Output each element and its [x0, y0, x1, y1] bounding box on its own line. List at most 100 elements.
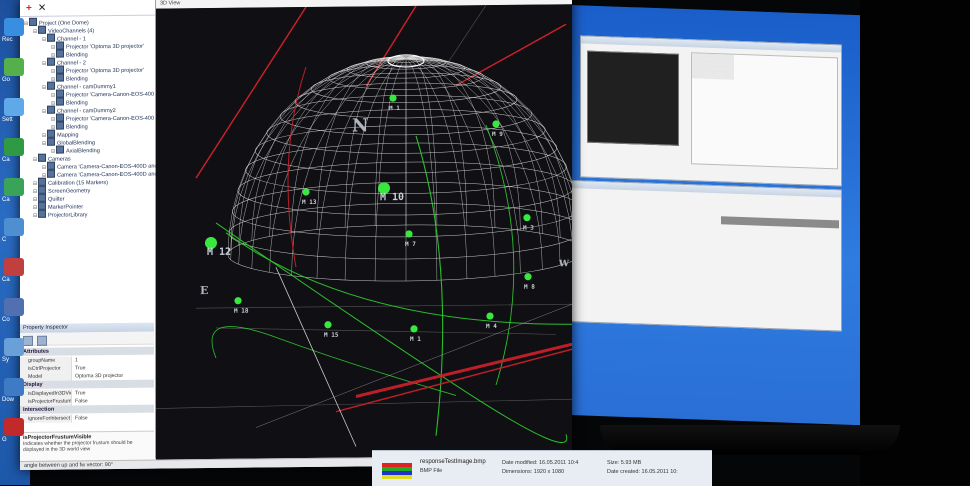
compass-east: E — [200, 284, 208, 297]
marker-label: M 12 — [207, 247, 231, 258]
secondary-monitor — [560, 4, 865, 426]
property-value[interactable]: True — [72, 364, 85, 372]
marker-label: M 15 — [324, 332, 339, 339]
desktop-shortcut-icon[interactable] — [4, 258, 24, 276]
node-icon — [47, 169, 55, 178]
property-category[interactable]: Attributes — [20, 346, 154, 356]
compass-north: N — [352, 115, 368, 136]
file-modified: Date modified: 16.05.2011 10:4 — [502, 460, 579, 466]
tree-item[interactable]: ⊟ Projector 'Camera-Canon-EOS-400 — [51, 89, 154, 99]
marker-label: M 4 — [486, 323, 497, 330]
desktop-shortcut-icon[interactable] — [4, 18, 24, 36]
file-type: BMP File — [420, 468, 443, 474]
desktop-shortcut-icon[interactable] — [4, 418, 24, 436]
marker-label: M 3 — [523, 225, 534, 232]
node-icon — [56, 49, 64, 58]
3d-viewport[interactable]: M 1 M 9 M 10 M 12 M 18 M 15 M 1 M 4 M 3 M 8 M 13 M … — [156, 4, 572, 461]
tree-item[interactable]: ⊟ AxialBlending — [51, 145, 100, 155]
node-icon — [38, 185, 46, 194]
node-icon — [47, 105, 55, 114]
desktop-shortcut-icon[interactable] — [4, 178, 24, 196]
secondary-header-bar — [721, 216, 839, 229]
property-description-text: Indicates whether the projector frustum … — [23, 439, 133, 453]
node-icon — [47, 129, 55, 138]
node-icon — [38, 25, 46, 34]
node-icon — [56, 145, 64, 154]
tree-item[interactable]: ⊟ Projector 'Camera-Canon-EOS-400 — [51, 113, 154, 123]
property-value[interactable]: True — [72, 389, 85, 397]
desktop-shortcut-label: Go — [2, 77, 11, 83]
categorized-icon[interactable] — [23, 335, 33, 346]
secondary-window-top[interactable] — [580, 35, 842, 187]
tree-item[interactable]: ⊟ Blending — [51, 121, 88, 131]
node-icon — [56, 97, 64, 106]
desktop-shortcut-icon[interactable] — [4, 338, 24, 356]
desktop-shortcut-label: G — [2, 437, 7, 443]
marker-label: M 13 — [302, 199, 317, 206]
close-icon[interactable]: ✕ — [38, 2, 46, 13]
marker-label: M 1 — [389, 105, 400, 112]
file-details-pane: responseTestImage.bmp BMP File Date modi… — [372, 450, 712, 486]
node-icon — [38, 209, 46, 218]
file-size: Size: 5.93 MB — [607, 460, 642, 466]
property-description: isProjectorFrustumVisible Indicates whet… — [20, 430, 154, 462]
secondary-window-bottom[interactable] — [570, 180, 842, 332]
tree-item[interactable]: ⊟ Projector 'Optoma 3D projector' — [51, 41, 144, 51]
node-icon — [56, 89, 64, 98]
compass-west: W — [558, 259, 570, 269]
desktop-shortcut-label: Ca — [2, 157, 10, 163]
node-icon — [56, 73, 64, 82]
property-name: ignoreForIntersect — [20, 414, 72, 423]
property-category[interactable]: Intersection — [20, 404, 154, 414]
marker-label: M 18 — [234, 308, 249, 315]
property-value[interactable]: False — [72, 397, 88, 405]
secondary-properties-pane — [691, 52, 838, 170]
tree-item[interactable]: ⊟ ProjectorLibrary — [33, 209, 88, 219]
dome-scene: M 1 M 9 M 10 M 12 M 18 M 15 M 1 M 4 M 3 M 8 M 13 M … — [156, 4, 572, 461]
desktop-shortcut-label: Ca — [2, 197, 10, 203]
background-lines — [156, 4, 572, 461]
marker-label: M 7 — [405, 241, 416, 248]
property-value[interactable]: False — [72, 414, 88, 422]
secondary-preview-pane — [587, 50, 679, 146]
desktop-shortcut-label: Co — [2, 317, 10, 323]
property-row[interactable]: ignoreForIntersect False — [20, 414, 154, 423]
node-icon — [47, 161, 55, 170]
marker-label: M 10 — [380, 192, 404, 203]
node-icon — [47, 137, 55, 146]
scene-tree: ⊟ Project (One Dome) ⊟ VideoChannels (4) ⊟ Ch… — [20, 16, 157, 317]
desktop-shortcut-label: C — [2, 237, 7, 243]
node-icon — [56, 41, 64, 50]
secondary-window-titlebar[interactable] — [581, 36, 841, 53]
tree-toolbar: + ✕ — [20, 0, 155, 18]
scene-panel: + ✕ ⊟ Project (One Dome) ⊟ VideoChannels (4… — [20, 0, 157, 462]
main-window: + ✕ ⊟ Project (One Dome) ⊟ VideoChannels (4… — [20, 0, 572, 470]
desktop-shortcut-icon[interactable] — [4, 58, 24, 76]
desktop-shortcut-label: Ca — [2, 277, 10, 283]
add-icon[interactable]: + — [26, 2, 32, 13]
desktop-shortcut-icon[interactable] — [4, 378, 24, 396]
monitor-bezel — [860, 0, 970, 485]
file-name: responseTestImage.bmp — [420, 459, 486, 465]
node-icon — [38, 177, 46, 186]
tree-item[interactable]: ⊟ Projector 'Optoma 3D projector' — [51, 65, 144, 75]
tree-item-label: AxialBlending — [66, 148, 100, 155]
desktop-shortcut-icon[interactable] — [4, 98, 24, 116]
marker-label: M 8 — [524, 284, 535, 291]
tree-item-label: ProjectorLibrary — [48, 212, 88, 219]
file-created: Date created: 16.05.2011 10: — [607, 469, 678, 475]
marker-label: M 9 — [492, 131, 503, 138]
desktop-shortcut-label: Dow — [2, 397, 15, 403]
desktop-shortcut-label: Rec — [2, 37, 13, 43]
node-icon — [47, 81, 55, 90]
sort-az-icon[interactable] — [37, 335, 47, 346]
node-icon — [38, 201, 46, 210]
file-dimensions: Dimensions: 1920 x 1080 — [502, 469, 565, 475]
property-value[interactable]: 1 — [72, 356, 78, 364]
desktop-shortcut-icon[interactable] — [4, 298, 24, 316]
desktop-shortcut-icon[interactable] — [4, 138, 24, 156]
property-category[interactable]: Display — [20, 379, 154, 389]
marker-label: M 1 — [410, 336, 421, 343]
desktop-shortcut-label: Sett — [2, 117, 13, 123]
desktop-shortcut-icon[interactable] — [4, 218, 24, 236]
